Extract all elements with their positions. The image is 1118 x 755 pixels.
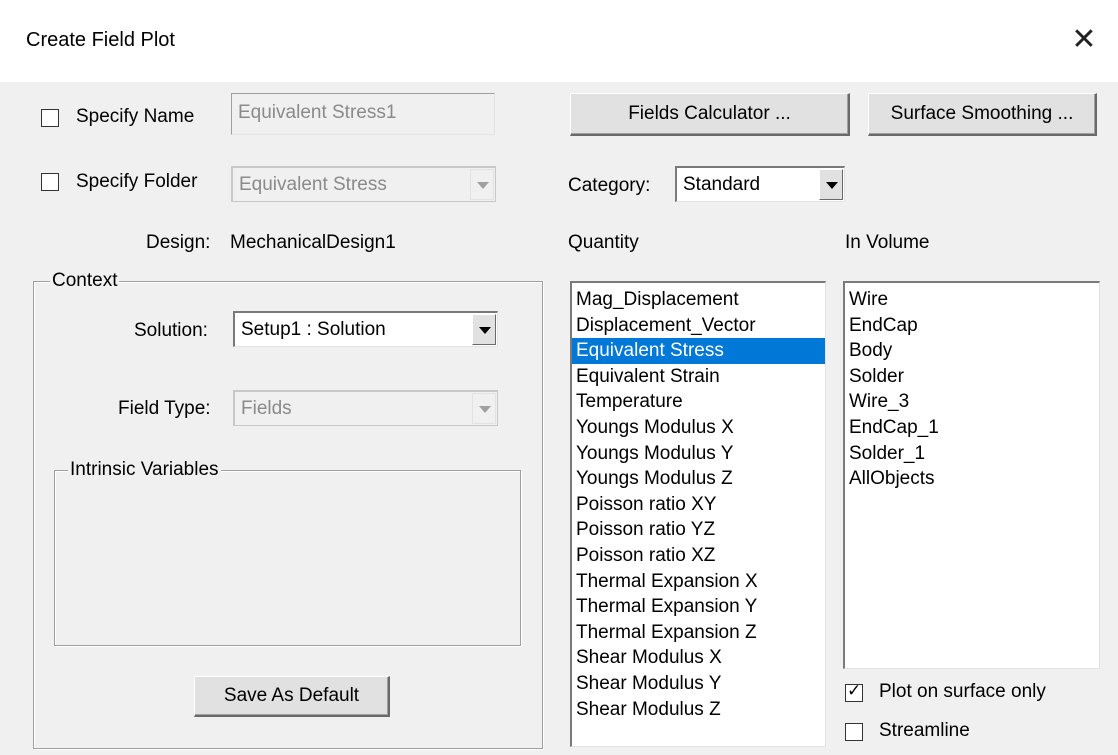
quantity-item[interactable]: Youngs Modulus X bbox=[572, 415, 825, 441]
category-dropdown[interactable]: Standard bbox=[675, 166, 845, 202]
quantity-item[interactable]: Youngs Modulus Z bbox=[572, 466, 825, 492]
checkmark-icon: ✓ bbox=[847, 681, 862, 700]
quantity-item[interactable]: Mag_Displacement bbox=[572, 287, 825, 313]
field-type-label: Field Type: bbox=[118, 398, 211, 419]
specify-folder-checkbox[interactable] bbox=[41, 173, 59, 191]
folder-dropdown-arrow[interactable] bbox=[470, 169, 494, 200]
category-label: Category: bbox=[568, 175, 651, 196]
category-dropdown-value: Standard bbox=[683, 174, 761, 195]
field-type-dropdown[interactable]: Fields bbox=[233, 390, 498, 426]
specify-folder-label: Specify Folder bbox=[76, 171, 198, 192]
quantity-item[interactable]: Displacement_Vector bbox=[572, 313, 825, 339]
chevron-down-icon bbox=[479, 405, 491, 413]
save-as-default-button[interactable]: Save As Default bbox=[194, 676, 390, 717]
chevron-down-icon bbox=[477, 181, 489, 189]
streamline-checkbox[interactable] bbox=[845, 723, 863, 741]
name-input[interactable]: Equivalent Stress1 bbox=[231, 93, 495, 135]
context-group-title: Context bbox=[50, 270, 120, 292]
volume-item[interactable]: EndCap bbox=[845, 313, 1099, 339]
quantity-item[interactable]: Poisson ratio XY bbox=[572, 492, 825, 518]
solution-dropdown-value: Setup1 : Solution bbox=[241, 319, 386, 340]
solution-dropdown[interactable]: Setup1 : Solution bbox=[233, 311, 498, 347]
quantity-item[interactable]: Youngs Modulus Y bbox=[572, 441, 825, 467]
title-bar: Create Field Plot ✕ bbox=[0, 0, 1118, 82]
intrinsic-variables-title: Intrinsic Variables bbox=[68, 459, 221, 481]
dialog-title: Create Field Plot bbox=[26, 29, 175, 51]
dialog-body: Specify Name Equivalent Stress1 Specify … bbox=[0, 82, 1118, 755]
volume-item[interactable]: AllObjects bbox=[845, 466, 1099, 492]
quantity-item[interactable]: Equivalent Strain bbox=[572, 364, 825, 390]
solution-dropdown-arrow[interactable] bbox=[472, 314, 496, 345]
quantity-item[interactable]: Shear Modulus X bbox=[572, 645, 825, 671]
in-volume-list[interactable]: Wire EndCap Body Solder Wire_3 EndCap_1 … bbox=[843, 281, 1100, 669]
quantity-item-selected[interactable]: Equivalent Stress bbox=[572, 338, 825, 364]
surface-smoothing-button[interactable]: Surface Smoothing ... bbox=[868, 93, 1097, 136]
specify-name-checkbox[interactable] bbox=[41, 109, 59, 127]
volume-item[interactable]: Wire_3 bbox=[845, 389, 1099, 415]
folder-dropdown[interactable]: Equivalent Stress bbox=[231, 166, 496, 202]
quantity-item[interactable]: Thermal Expansion X bbox=[572, 569, 825, 595]
category-dropdown-arrow[interactable] bbox=[819, 169, 843, 200]
intrinsic-variables-group bbox=[54, 470, 521, 646]
fields-calculator-button[interactable]: Fields Calculator ... bbox=[570, 93, 850, 136]
solution-label: Solution: bbox=[134, 320, 208, 341]
folder-dropdown-value: Equivalent Stress bbox=[239, 174, 387, 195]
quantity-item[interactable]: Poisson ratio YZ bbox=[572, 517, 825, 543]
volume-item[interactable]: Solder_1 bbox=[845, 441, 1099, 467]
streamline-label: Streamline bbox=[879, 720, 970, 741]
field-type-dropdown-arrow[interactable] bbox=[472, 393, 496, 424]
volume-item[interactable]: EndCap_1 bbox=[845, 415, 1099, 441]
in-volume-label: In Volume bbox=[845, 232, 930, 253]
quantity-label: Quantity bbox=[568, 232, 639, 253]
volume-item[interactable]: Wire bbox=[845, 287, 1099, 313]
quantity-item[interactable]: Shear Modulus Z bbox=[572, 697, 825, 723]
quantity-item[interactable]: Shear Modulus Y bbox=[572, 671, 825, 697]
quantity-item[interactable]: Poisson ratio XZ bbox=[572, 543, 825, 569]
quantity-item[interactable]: Temperature bbox=[572, 389, 825, 415]
quantity-list[interactable]: Mag_Displacement Displacement_Vector Equ… bbox=[570, 281, 826, 747]
close-icon[interactable]: ✕ bbox=[1064, 20, 1104, 60]
volume-item[interactable]: Body bbox=[845, 338, 1099, 364]
quantity-item[interactable]: Thermal Expansion Y bbox=[572, 594, 825, 620]
plot-on-surface-label: Plot on surface only bbox=[879, 681, 1046, 702]
design-value: MechanicalDesign1 bbox=[230, 232, 396, 253]
chevron-down-icon bbox=[826, 181, 838, 189]
chevron-down-icon bbox=[479, 326, 491, 334]
quantity-item[interactable]: Thermal Expansion Z bbox=[572, 620, 825, 646]
volume-item[interactable]: Solder bbox=[845, 364, 1099, 390]
field-type-dropdown-value: Fields bbox=[241, 398, 292, 419]
plot-on-surface-checkbox[interactable]: ✓ bbox=[845, 681, 863, 702]
specify-name-label: Specify Name bbox=[76, 106, 195, 127]
design-label: Design: bbox=[146, 232, 211, 253]
